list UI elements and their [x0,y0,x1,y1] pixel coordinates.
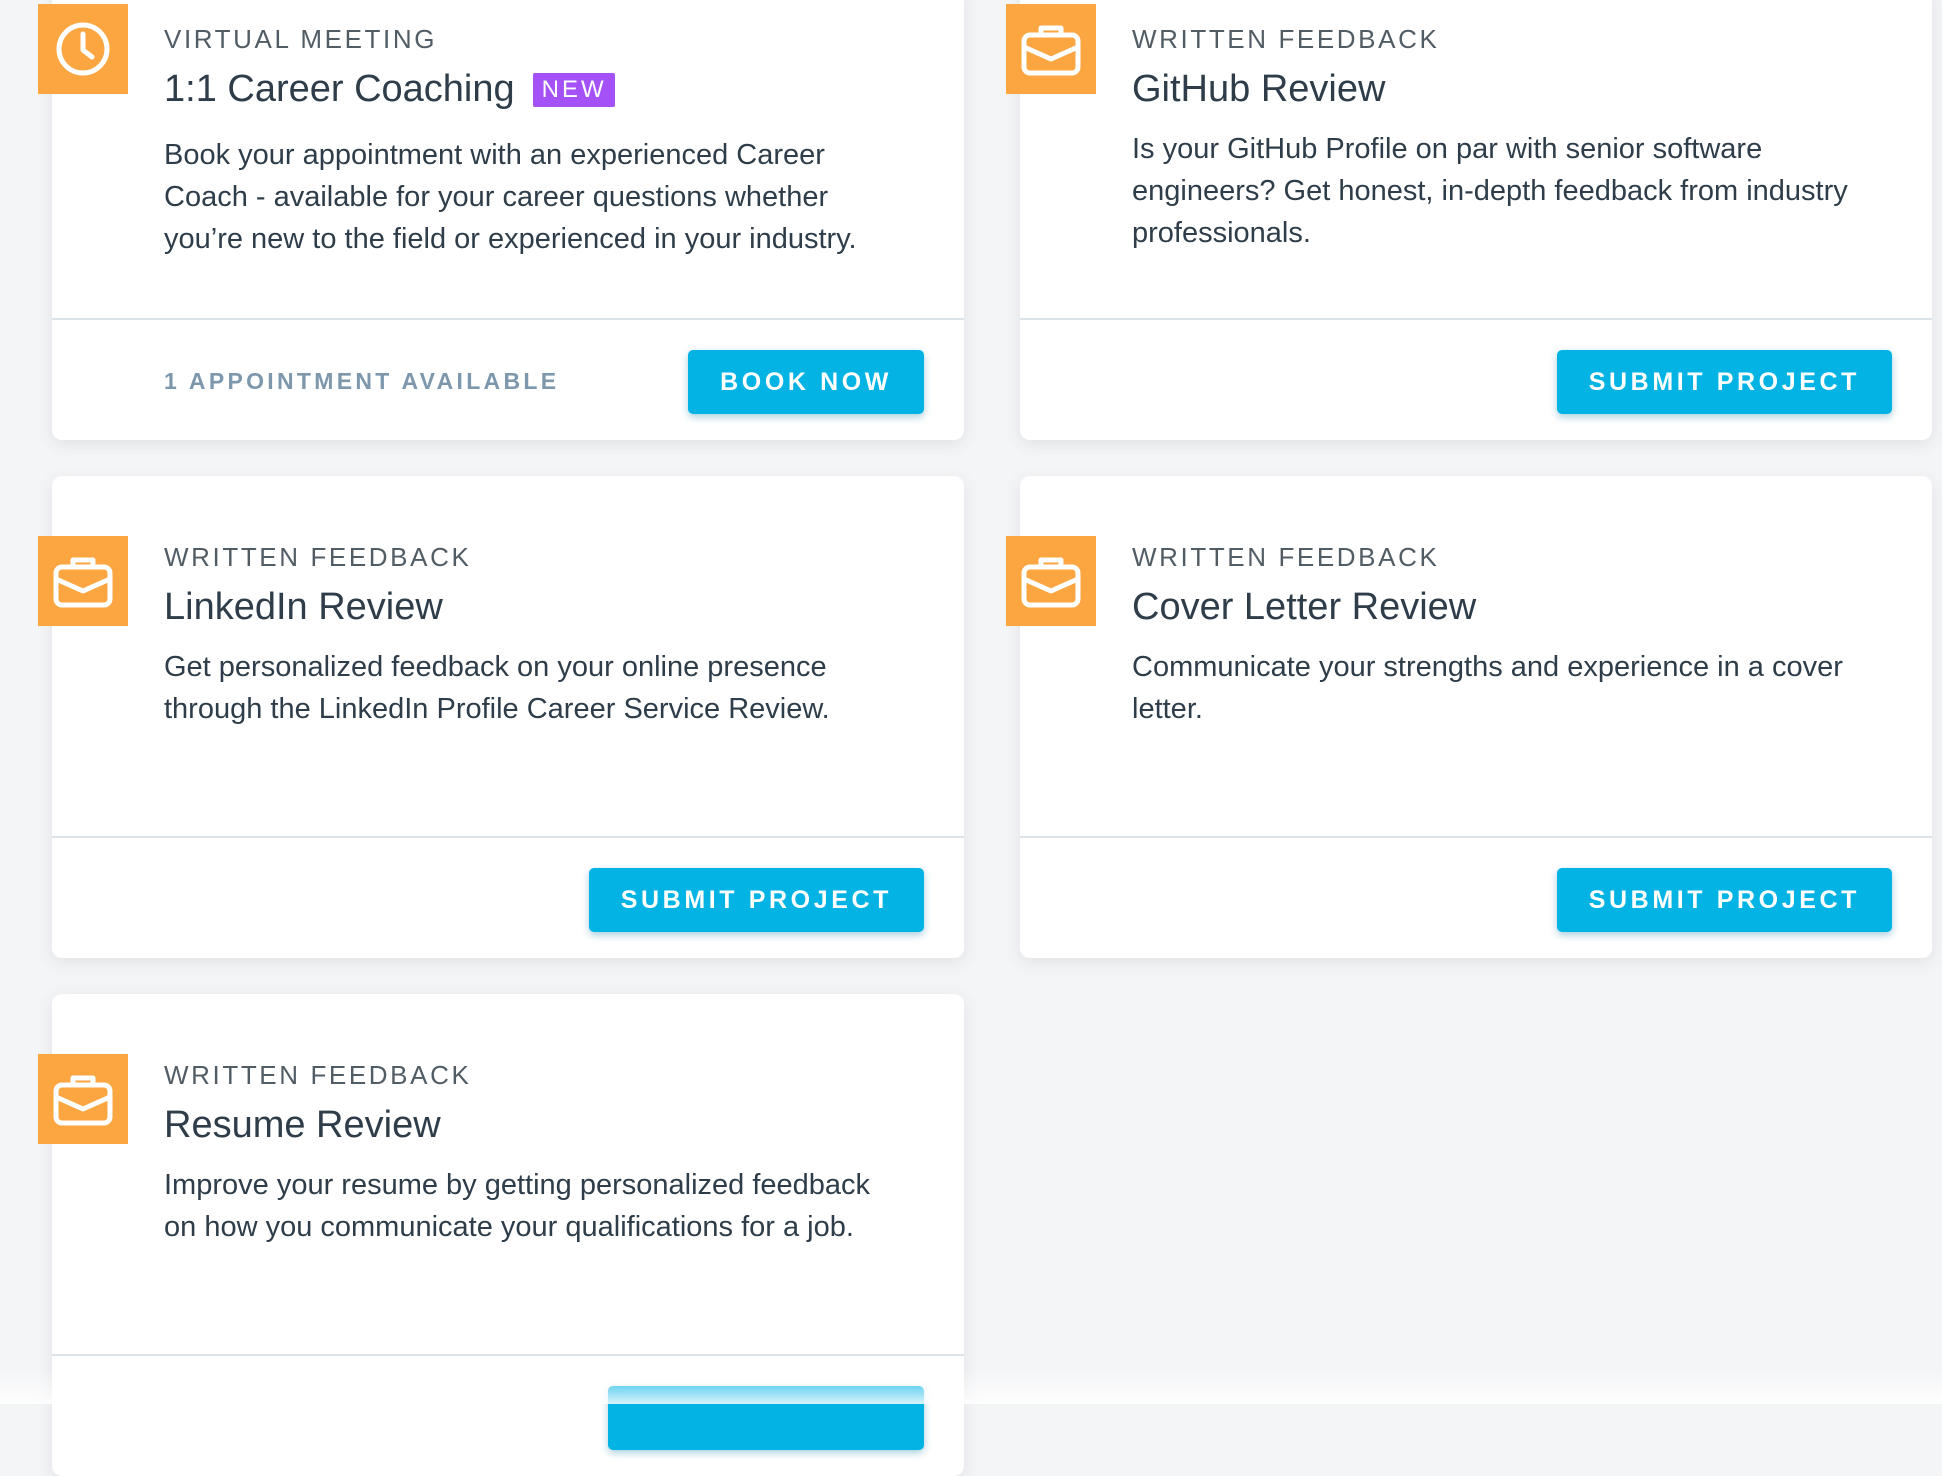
card-title: Cover Letter Review [1132,586,1476,629]
service-type-label: VIRTUAL MEETING [164,24,438,54]
service-type-label: WRITTEN FEEDBACK [164,1060,472,1090]
card-title: 1:1 Career Coaching NEW [164,68,615,111]
card-description: Get personalized feedback on your online… [164,651,830,725]
submit-project-button[interactable]: SUBMIT PROJECT [588,868,924,932]
submit-project-button[interactable]: SUBMIT PROJECT [1556,350,1892,414]
card-footer: SUBMIT PROJECT [52,838,964,958]
cover-letter-review-card: WRITTEN FEEDBACK Cover Letter Review Com… [1006,476,1932,958]
github-review-card: WRITTEN FEEDBACK GitHub Review Is your G… [1006,0,1932,440]
briefcase-icon [38,536,128,626]
card-body: WRITTEN FEEDBACK GitHub Review Is your G… [1006,0,1932,320]
card-title-text: 1:1 Career Coaching [164,68,515,110]
card-footer: 1 APPOINTMENT AVAILABLE BOOK NOW [52,320,964,440]
briefcase-icon [38,1054,128,1144]
card-title-text: Cover Letter Review [1132,586,1477,628]
card-footer [52,1356,964,1476]
card-title: Resume Review [164,1104,441,1147]
card-footer: SUBMIT PROJECT [1020,838,1932,958]
card-description: Communicate your strengths and experienc… [1132,651,1843,725]
submit-project-button[interactable] [608,1386,924,1450]
briefcase-icon [1006,4,1096,94]
submit-project-button[interactable]: SUBMIT PROJECT [1556,868,1892,932]
clock-icon [38,4,128,94]
service-type-label: WRITTEN FEEDBACK [1132,24,1440,54]
card-body: VIRTUAL MEETING 1:1 Career Coaching NEW … [38,0,964,320]
card-description: Improve your resume by getting personali… [164,1169,871,1243]
card-description: Is your GitHub Profile on par with senio… [1132,133,1848,249]
card-footer: SUBMIT PROJECT [1020,320,1932,440]
appointments-available: 1 APPOINTMENT AVAILABLE [164,368,560,394]
card-title: GitHub Review [1132,68,1385,111]
card-title-text: GitHub Review [1132,68,1386,110]
new-badge: NEW [532,72,615,107]
briefcase-icon [1006,536,1096,626]
card-title: LinkedIn Review [164,586,443,629]
card-body: WRITTEN FEEDBACK Cover Letter Review Com… [1006,476,1932,838]
card-body: WRITTEN FEEDBACK Resume Review Improve y… [38,994,964,1356]
linkedin-review-card: WRITTEN FEEDBACK LinkedIn Review Get per… [38,476,964,958]
service-type-label: WRITTEN FEEDBACK [164,542,472,572]
card-title-text: Resume Review [164,1104,441,1146]
service-type-label: WRITTEN FEEDBACK [1132,542,1440,572]
career-coaching-card: VIRTUAL MEETING 1:1 Career Coaching NEW … [38,0,964,440]
card-description: Book your appointment with an experience… [164,139,857,255]
card-body: WRITTEN FEEDBACK LinkedIn Review Get per… [38,476,964,838]
book-now-button[interactable]: BOOK NOW [688,350,924,414]
card-title-text: LinkedIn Review [164,586,443,628]
